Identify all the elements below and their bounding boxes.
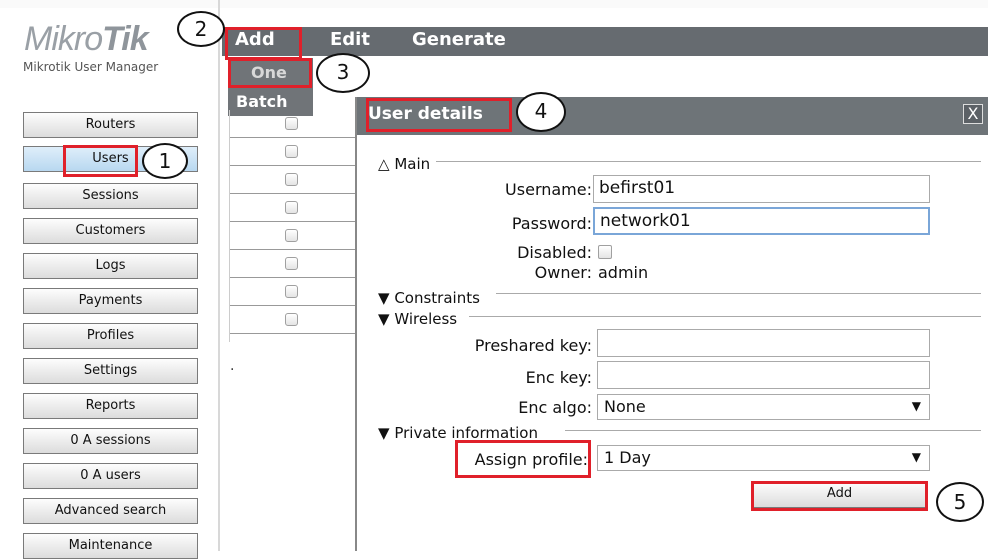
highlight-dialog-title <box>366 98 512 132</box>
sidebar-item-payments[interactable]: Payments <box>23 288 198 314</box>
step-4-marker: 4 <box>516 92 566 132</box>
owner-value: admin <box>598 263 649 282</box>
users-table <box>229 110 356 342</box>
sidebar-item-active-sessions[interactable]: 0 A sessions <box>23 428 198 454</box>
sidebar-item-active-users[interactable]: 0 A users <box>23 463 198 489</box>
sidebar-item-sessions[interactable]: Sessions <box>23 183 198 209</box>
sidebar-item-logs[interactable]: Logs <box>23 253 198 279</box>
highlight-one-item <box>228 58 312 88</box>
sidebar-item-reports[interactable]: Reports <box>23 393 198 419</box>
divider <box>496 293 981 294</box>
enc-key-label: Enc key: <box>525 368 592 387</box>
menu-generate[interactable]: Generate <box>412 29 506 50</box>
sidebar-item-profiles[interactable]: Profiles <box>23 323 198 349</box>
assign-profile-value: 1 Day <box>604 448 651 467</box>
table-row <box>230 306 355 334</box>
section-main[interactable]: △ Main <box>378 155 430 173</box>
password-label: Password: <box>511 214 592 233</box>
assign-profile-select[interactable]: 1 Day ▼ <box>597 445 930 471</box>
table-row <box>230 194 355 222</box>
expand-icon: ▼ <box>378 310 390 328</box>
section-constraints[interactable]: ▼ Constraints <box>378 289 480 307</box>
disabled-label: Disabled: <box>517 243 592 262</box>
row-checkbox[interactable] <box>285 117 298 130</box>
chevron-down-icon: ▼ <box>911 450 921 464</box>
chevron-down-icon: ▼ <box>911 399 921 413</box>
step-3-marker: 3 <box>316 53 370 93</box>
enc-key-field[interactable] <box>597 361 930 389</box>
sidebar-item-settings[interactable]: Settings <box>23 358 198 384</box>
preshared-key-label: Preshared key: <box>474 336 592 355</box>
disabled-checkbox[interactable] <box>598 245 612 259</box>
sidebar-item-advanced-search[interactable]: Advanced search <box>23 498 198 524</box>
username-label: Username: <box>505 180 592 199</box>
top-strip <box>0 0 988 8</box>
app-subtitle: Mikrotik User Manager <box>23 60 159 74</box>
divider <box>436 161 981 162</box>
menu-item-batch[interactable]: Batch <box>236 92 288 111</box>
mikrotik-logo: MikroTik <box>24 20 149 58</box>
panel-divider <box>218 0 220 551</box>
highlight-assign-profile <box>455 440 591 478</box>
section-wireless-label: Wireless <box>394 310 458 328</box>
section-main-label: Main <box>394 155 431 173</box>
sidebar-item-maintenance[interactable]: Maintenance <box>23 533 198 559</box>
enc-algo-select[interactable]: None ▼ <box>597 394 930 420</box>
row-checkbox[interactable] <box>285 285 298 298</box>
password-field[interactable]: network01 <box>593 207 930 235</box>
username-field[interactable]: befirst01 <box>593 175 930 203</box>
divider <box>565 430 981 431</box>
preshared-key-field[interactable] <box>597 329 930 357</box>
sidebar-item-customers[interactable]: Customers <box>23 218 198 244</box>
table-footer-dot: . <box>230 358 235 374</box>
highlight-add-menu <box>225 27 302 60</box>
collapse-icon: △ <box>378 155 390 173</box>
step-1-marker: 1 <box>142 143 188 179</box>
table-row <box>230 278 355 306</box>
table-row <box>230 166 355 194</box>
row-checkbox[interactable] <box>285 313 298 326</box>
close-icon[interactable]: X <box>963 104 983 124</box>
table-row <box>230 250 355 278</box>
menu-edit[interactable]: Edit <box>330 29 370 50</box>
section-constraints-label: Constraints <box>394 289 480 307</box>
row-checkbox[interactable] <box>285 173 298 186</box>
divider <box>469 316 981 317</box>
section-wireless[interactable]: ▼ Wireless <box>378 310 457 328</box>
expand-icon: ▼ <box>378 289 390 307</box>
table-row <box>230 110 355 138</box>
owner-label: Owner: <box>534 263 592 282</box>
enc-algo-value: None <box>604 397 646 416</box>
row-checkbox[interactable] <box>285 145 298 158</box>
highlight-users <box>63 145 138 177</box>
table-row <box>230 138 355 166</box>
row-checkbox[interactable] <box>285 229 298 242</box>
highlight-add-button <box>751 481 928 511</box>
step-2-marker: 2 <box>177 11 225 47</box>
expand-icon: ▼ <box>378 424 390 442</box>
sidebar-item-routers[interactable]: Routers <box>23 112 198 138</box>
row-checkbox[interactable] <box>285 257 298 270</box>
enc-algo-label: Enc algo: <box>518 398 592 417</box>
step-5-marker: 5 <box>936 482 984 522</box>
table-row <box>230 222 355 250</box>
row-checkbox[interactable] <box>285 201 298 214</box>
